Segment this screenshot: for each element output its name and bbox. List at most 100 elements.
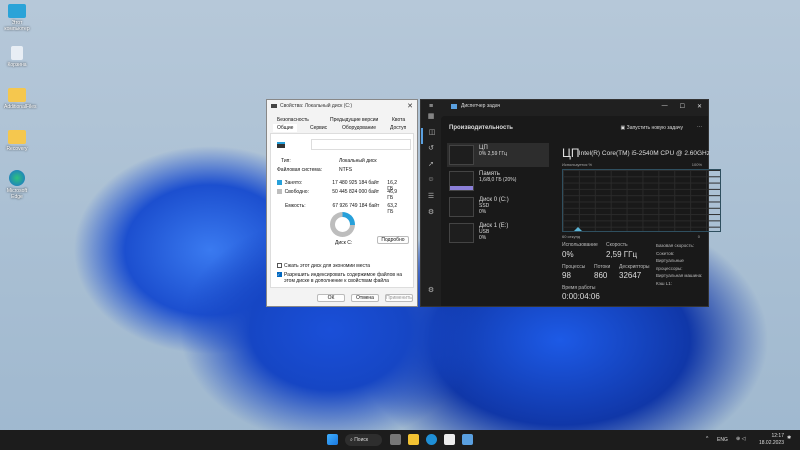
close-button[interactable]: ✕ xyxy=(407,102,413,110)
item-sub: 1,6/8,0 ГБ (20%) xyxy=(479,177,516,183)
desktop-icon-folder-1[interactable]: AdditionalFiles xyxy=(4,88,30,110)
item-usage: 0% xyxy=(479,209,509,215)
fs-label: Файловая система: xyxy=(277,167,339,173)
speed-label: Скорость xyxy=(606,242,628,248)
threads-value: 860 xyxy=(594,271,607,280)
tab-quota[interactable]: Квота xyxy=(392,117,405,123)
free-bytes: 50 445 824 000 байт xyxy=(332,189,387,201)
performance-panel: Производительность ▣ Запустить новую зад… xyxy=(441,116,708,306)
cpu-model: Intel(R) Core(TM) i5-2540M CPU @ 2.60GHz xyxy=(572,150,710,157)
processes-icon[interactable]: ▦ xyxy=(421,112,441,128)
minimize-button[interactable]: — xyxy=(662,103,668,110)
desktop-icon-edge[interactable]: Microsoft Edge xyxy=(4,170,30,200)
disk-label: Диск C: xyxy=(335,240,352,246)
tab-security[interactable]: Безопасность xyxy=(277,117,309,123)
window-title: Диспетчер задач xyxy=(461,103,500,109)
language-indicator[interactable]: ENG xyxy=(717,437,728,443)
desktop-icon-folder-2[interactable]: Recovery xyxy=(4,130,30,152)
task-manager-taskbar-icon[interactable] xyxy=(462,434,473,445)
index-checkbox[interactable]: ✓ xyxy=(277,272,282,277)
processes-label: Процессы xyxy=(562,264,585,270)
axis-max-label: 100% xyxy=(692,162,702,167)
processes-value: 98 xyxy=(562,271,571,280)
edge-icon[interactable] xyxy=(426,434,437,445)
services-icon[interactable]: ⚙ xyxy=(421,208,441,224)
perf-item-disk1[interactable]: Диск 1 (E:)USB0% xyxy=(447,221,549,245)
info-label: Виртуальные процессоры: xyxy=(656,257,708,272)
search-icon: ⌕ xyxy=(350,437,353,443)
cancel-button[interactable]: Отмена xyxy=(351,294,379,302)
notifications-icon[interactable]: ✱ xyxy=(787,435,791,441)
icon-label: Этот компьютер xyxy=(4,20,29,32)
info-label: Кэш L1: xyxy=(656,280,708,288)
desktop-icon-recycle-bin[interactable]: Корзина xyxy=(4,46,30,68)
date: 18.02.2023 xyxy=(757,440,784,447)
drive-name-input[interactable] xyxy=(311,139,411,150)
file-explorer-icon[interactable] xyxy=(408,434,419,445)
nav-sidebar: ▦ ◫ ↺ ➚ ☺ ☰ ⚙ ⚙ xyxy=(421,112,441,306)
index-label: Разрешить индексировать содержимое файло… xyxy=(284,272,407,284)
edge-icon xyxy=(9,170,25,186)
chevron-up-icon[interactable]: ^ xyxy=(706,436,708,442)
hamburger-menu-icon[interactable]: ≡ xyxy=(429,103,433,110)
handles-label: Дескрипторы xyxy=(619,264,650,270)
item-usage: 0% xyxy=(479,235,508,241)
performance-icon[interactable]: ◫ xyxy=(421,128,441,144)
details-icon[interactable]: ☰ xyxy=(421,192,441,208)
perf-item-disk0[interactable]: Диск 0 (C:)SSD0% xyxy=(447,195,549,219)
icon-label: Корзина xyxy=(7,62,26,68)
history-icon[interactable]: ↺ xyxy=(421,144,441,160)
close-button[interactable]: ✕ xyxy=(697,103,702,110)
start-button[interactable] xyxy=(327,434,338,445)
uptime-value: 0:00:04:06 xyxy=(562,292,600,301)
disk-properties-dialog: Свойства: Локальный диск (C:) ✕ Безопасн… xyxy=(266,99,418,307)
taskbar: ⌕ Поиск ^ ENG ⊕ ◁ 12:1718.02.2023 ✱ xyxy=(0,430,800,450)
store-icon[interactable] xyxy=(444,434,455,445)
network-icon[interactable]: ⊕ ◁ xyxy=(736,436,745,442)
run-new-task-button[interactable]: ▣ Запустить новую задачу xyxy=(621,125,683,131)
search-button[interactable]: ⌕ Поиск xyxy=(345,434,382,446)
task-manager-window: ≡ Диспетчер задач — ☐ ✕ ▦ ◫ ↺ ➚ ☺ ☰ ⚙ ⚙ Пр… xyxy=(420,99,709,307)
usage-donut-chart xyxy=(330,212,355,237)
icon-label: Microsoft Edge xyxy=(7,188,27,200)
capacity-label: Емкость: xyxy=(285,203,333,215)
tab-hardware[interactable]: Оборудование xyxy=(342,125,376,131)
run-task-label: Запустить новую задачу xyxy=(627,125,683,131)
more-options-button[interactable]: ··· xyxy=(697,124,702,130)
startup-icon[interactable]: ➚ xyxy=(421,160,441,176)
drive-icon xyxy=(271,104,277,108)
maximize-button[interactable]: ☐ xyxy=(680,103,685,110)
type-label: Тип: xyxy=(281,158,339,164)
capacity-gb: 63,2 ГБ xyxy=(387,203,403,215)
perf-item-memory[interactable]: Память1,6/8,0 ГБ (20%) xyxy=(447,169,549,193)
title-bar: Свойства: Локальный диск (C:) ✕ xyxy=(267,100,417,112)
folder-icon xyxy=(8,130,26,144)
desktop-icon-this-pc[interactable]: Этот компьютер xyxy=(4,4,30,32)
tab-tools[interactable]: Сервис xyxy=(310,125,327,131)
compress-checkbox-row[interactable]: Сжать этот диск для экономии места xyxy=(277,263,370,269)
cpu-usage-graph xyxy=(562,169,721,232)
time: 12:17 xyxy=(757,433,784,440)
ok-button[interactable]: ОК xyxy=(317,294,345,302)
task-view-icon[interactable] xyxy=(390,434,401,445)
item-sub: 0% 2,59 ГГц xyxy=(479,151,507,157)
tab-previous-versions[interactable]: Предыдущие версии xyxy=(330,117,378,123)
drive-icon xyxy=(277,142,285,148)
recycle-bin-icon xyxy=(11,46,23,60)
title-bar: ≡ Диспетчер задач —☐✕ xyxy=(441,100,708,112)
perf-item-cpu[interactable]: ЦП0% 2,59 ГГц xyxy=(447,143,549,167)
settings-icon[interactable]: ⚙ xyxy=(421,286,441,302)
dialog-title: Свойства: Локальный диск (C:) xyxy=(280,103,352,109)
details-button[interactable]: Подробно xyxy=(377,236,409,244)
info-label: Базовая скорость: xyxy=(656,242,708,250)
threads-label: Потоки xyxy=(594,264,610,270)
index-checkbox-row[interactable]: ✓Разрешить индексировать содержимое файл… xyxy=(277,272,407,284)
users-icon[interactable]: ☺ xyxy=(421,176,441,192)
compress-checkbox[interactable] xyxy=(277,263,282,268)
axis-min-label: 0 xyxy=(698,234,700,239)
clock[interactable]: 12:1718.02.2023 xyxy=(757,433,784,447)
tab-general[interactable]: Общие xyxy=(273,124,297,132)
info-label: Сокетов: xyxy=(656,250,708,258)
apply-button[interactable]: Применить xyxy=(385,294,413,302)
tab-sharing[interactable]: Доступ xyxy=(390,125,406,131)
